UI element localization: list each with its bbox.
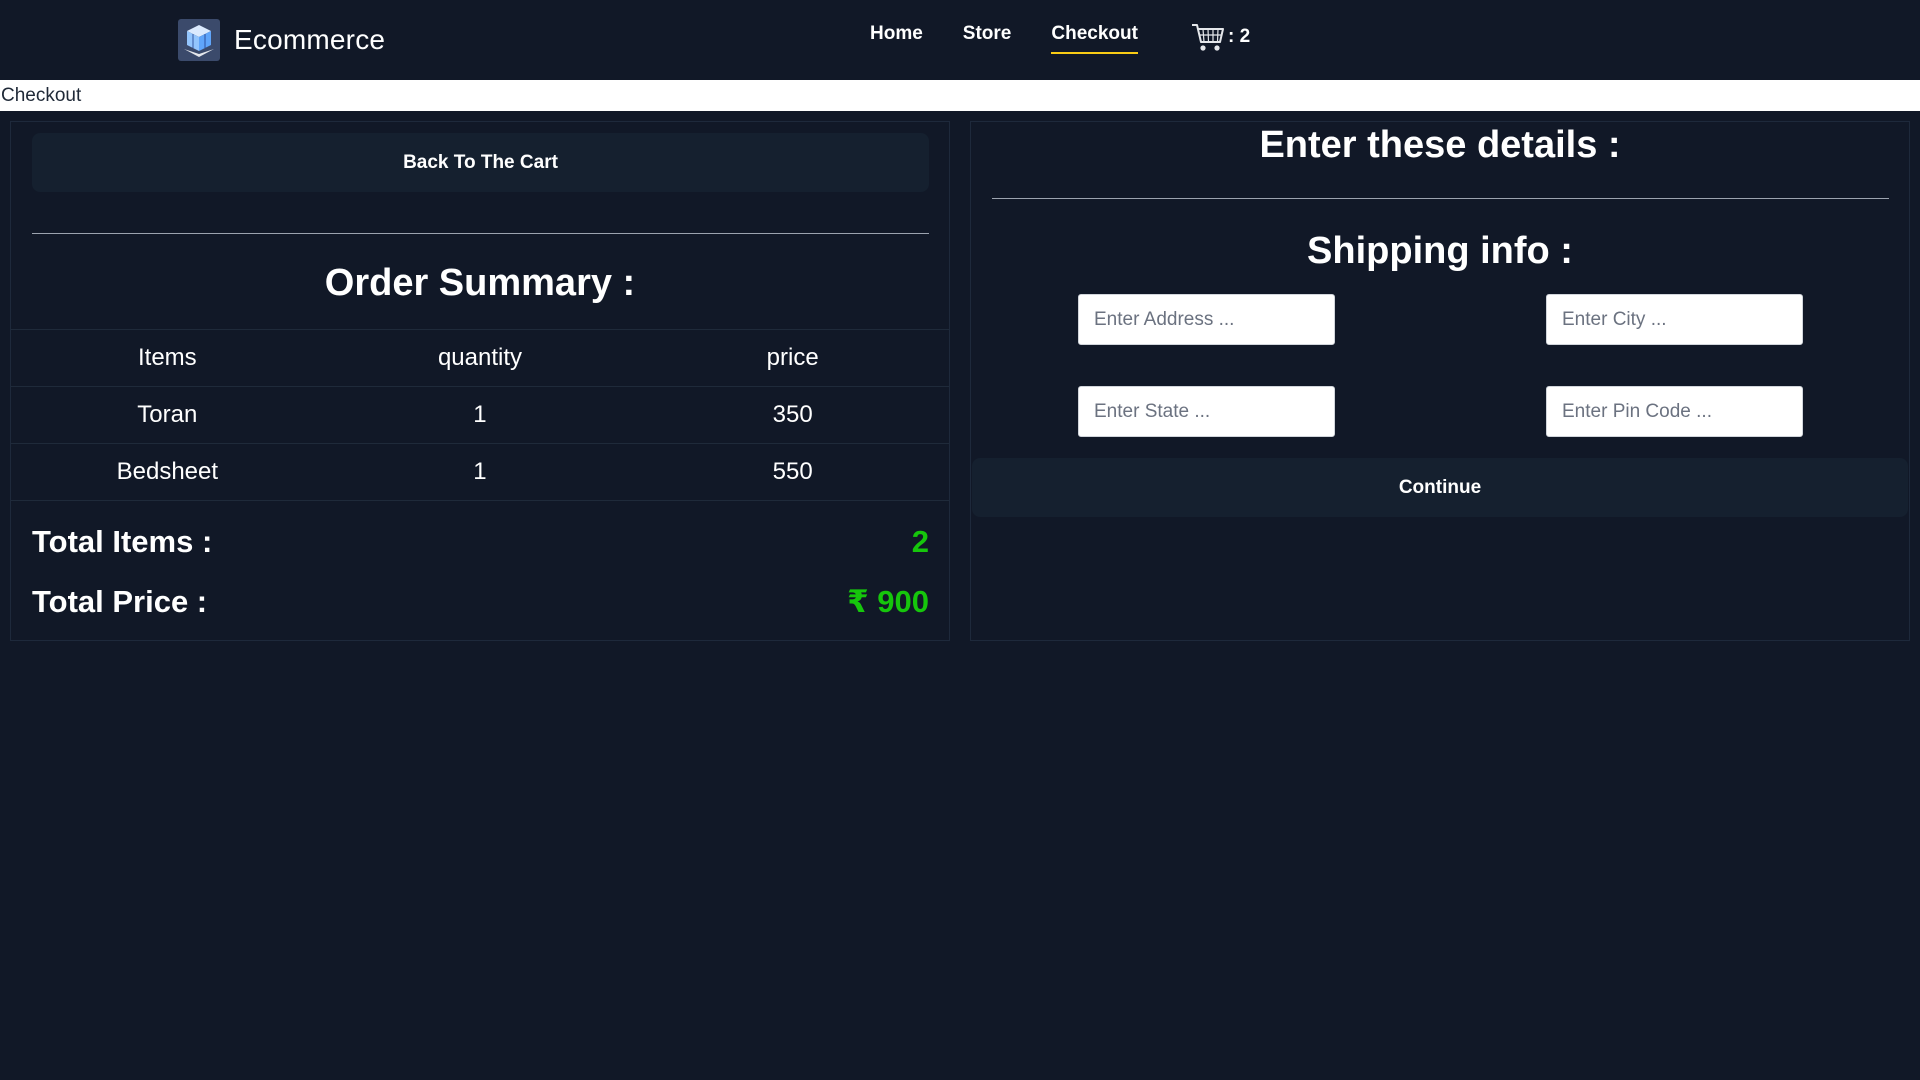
total-price-row: Total Price : ₹ 900: [32, 582, 929, 622]
total-price-label: Total Price :: [32, 584, 208, 619]
page-title: Checkout: [0, 80, 1920, 111]
details-heading: Enter these details :: [1259, 124, 1621, 166]
brand[interactable]: Ecommerce: [178, 18, 385, 62]
nav-link-home[interactable]: Home: [870, 23, 923, 49]
cell-price: 550: [772, 458, 813, 485]
shipping-info-heading: Shipping info :: [1307, 230, 1573, 272]
column-header-items: Items: [137, 344, 197, 371]
pincode-input[interactable]: [1546, 386, 1803, 437]
order-table: Items quantity price Toran 1 350 Bedshee…: [11, 329, 949, 501]
city-input[interactable]: [1546, 294, 1803, 345]
total-price-value: ₹ 900: [847, 584, 929, 619]
divider: [992, 198, 1889, 199]
nav-link-checkout[interactable]: Checkout: [1051, 23, 1138, 54]
divider: [32, 233, 929, 234]
cell-price: 350: [772, 401, 813, 428]
table-row: Toran 1 350: [11, 386, 949, 444]
continue-button[interactable]: Continue: [972, 458, 1908, 517]
cell-item: Bedsheet: [116, 458, 219, 485]
column-header-quantity: quantity: [437, 344, 523, 371]
nav-links: Home Store Checkout: [870, 18, 1138, 54]
table-row: Bedsheet 1 550: [11, 443, 949, 501]
navbar: Ecommerce Home Store Checkout : 2: [0, 0, 1920, 80]
cart-button[interactable]: : 2: [1190, 20, 1250, 54]
order-summary-heading: Order Summary :: [324, 262, 636, 304]
table-header-row: Items quantity price: [11, 329, 949, 387]
total-items-value: 2: [911, 524, 929, 559]
brand-name: Ecommerce: [234, 24, 386, 55]
shipping-details-panel: Enter these details : Shipping info : Co…: [970, 121, 1910, 641]
cell-item: Toran: [137, 401, 198, 428]
state-input[interactable]: [1078, 386, 1335, 437]
cell-quantity: 1: [473, 458, 487, 485]
shopping-cart-icon: [1192, 24, 1224, 51]
cube-logo-icon: [178, 19, 220, 61]
total-items-label: Total Items :: [32, 524, 213, 559]
cell-quantity: 1: [473, 401, 487, 428]
column-header-price: price: [766, 344, 819, 371]
cart-count: : 2: [1228, 26, 1251, 47]
nav-link-store[interactable]: Store: [963, 23, 1012, 49]
order-summary-panel: Back To The Cart Order Summary : Items q…: [10, 121, 950, 641]
address-input[interactable]: [1078, 294, 1335, 345]
back-to-cart-button[interactable]: Back To The Cart: [32, 133, 929, 192]
total-items-row: Total Items : 2: [32, 522, 929, 562]
